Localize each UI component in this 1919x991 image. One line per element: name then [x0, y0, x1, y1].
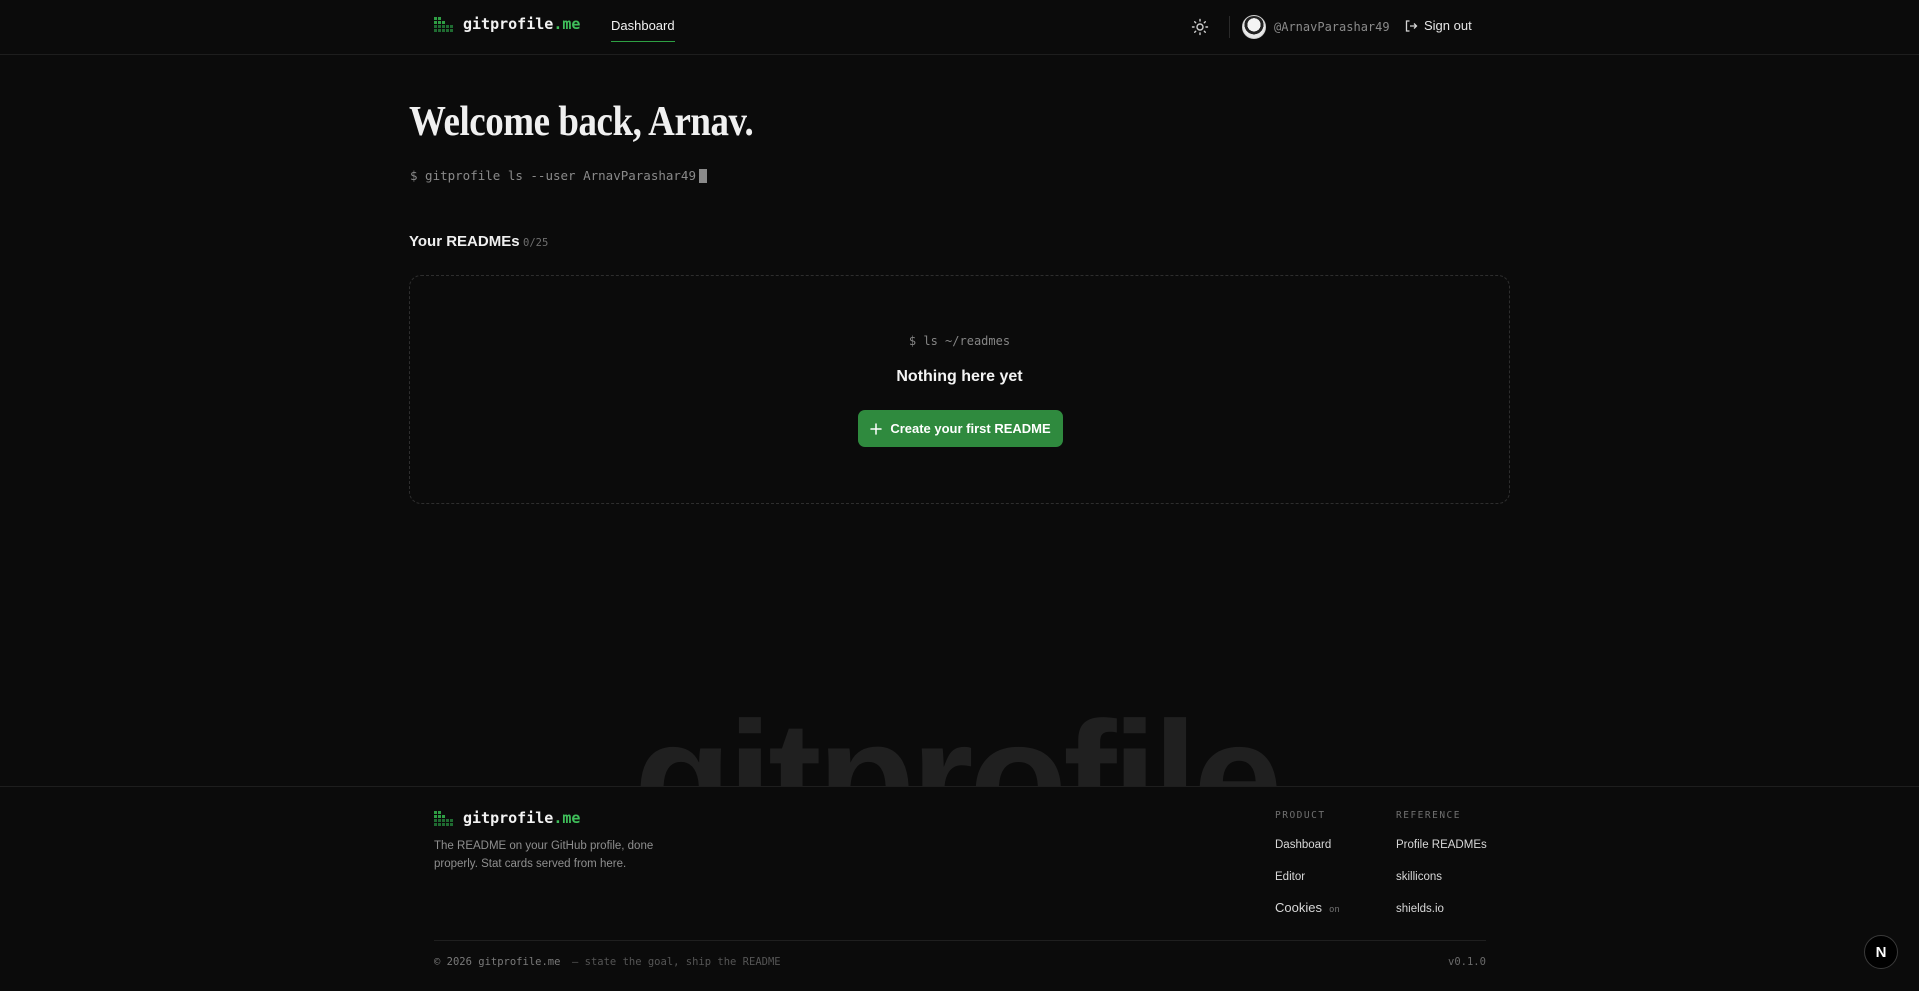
create-readme-label: Create your first README [890, 421, 1051, 436]
grid-logo-icon [434, 16, 453, 32]
cookies-state: on [1329, 905, 1340, 915]
terminal-cursor [698, 168, 707, 183]
footer-link-editor[interactable]: Editor [1275, 871, 1305, 883]
sign-out-icon [1405, 19, 1418, 32]
footer-reference-title: REFERENCE [1396, 810, 1461, 821]
page-title: Welcome back, Arnav. [409, 99, 754, 145]
username: @ArnavParashar49 [1274, 20, 1390, 34]
terminal-command: $ gitprofile ls --user ArnavParashar49 [410, 168, 707, 183]
footer-divider [434, 940, 1486, 941]
create-readme-button[interactable]: Create your first README [858, 410, 1063, 447]
footer-brand[interactable]: gitprofile.me [434, 809, 580, 827]
footer-product-title: PRODUCT [1275, 810, 1326, 821]
dev-tools-badge[interactable]: N [1864, 935, 1898, 969]
empty-state-title: Nothing here yet [896, 368, 1023, 385]
sign-out-label: Sign out [1424, 18, 1472, 33]
grid-logo-icon [434, 810, 453, 826]
top-nav: gitprofile.me Dashboard @ArnavParashar49… [0, 0, 1919, 55]
brand-watermark: gitprofile [634, 688, 1282, 787]
empty-state-command: $ ls ~/readmes [908, 334, 1011, 348]
brand-logo-link[interactable]: gitprofile.me [434, 15, 580, 33]
header-divider [1229, 16, 1230, 38]
footer-link-shields[interactable]: shields.io [1396, 903, 1444, 915]
footer-slogan: — state the goal, ship the README [572, 956, 781, 968]
footer-brand-name: gitprofile.me [463, 809, 581, 827]
readmes-section-title: Your READMEs [409, 233, 520, 250]
readme-count-badge: 0/25 [523, 237, 549, 249]
sun-icon[interactable] [1191, 18, 1209, 36]
brand-name: gitprofile.me [463, 15, 581, 33]
footer-copyright: © 2026 gitprofile.me [434, 956, 561, 968]
footer-tagline: The README on your GitHub profile, done … [434, 840, 654, 870]
sign-out-button[interactable]: Sign out [1404, 18, 1472, 33]
empty-state-panel: $ ls ~/readmes Nothing here yet Create y… [409, 275, 1510, 504]
footer-version: v0.1.0 [1448, 956, 1486, 968]
footer-link-profile-readmes[interactable]: Profile READMEs [1396, 839, 1487, 851]
nav-dashboard-link[interactable]: Dashboard [611, 18, 675, 42]
watermark-container: gitprofile [0, 680, 1919, 787]
footer: gitprofile.me The README on your GitHub … [0, 786, 1919, 991]
footer-link-dashboard[interactable]: Dashboard [1275, 839, 1331, 851]
terminal-command-text: $ gitprofile ls --user ArnavParashar49 [410, 168, 696, 183]
footer-link-cookies[interactable]: Cookies [1275, 900, 1322, 915]
footer-link-skillicons[interactable]: skillicons [1396, 871, 1442, 883]
plus-icon [870, 422, 883, 435]
avatar[interactable] [1242, 15, 1266, 39]
